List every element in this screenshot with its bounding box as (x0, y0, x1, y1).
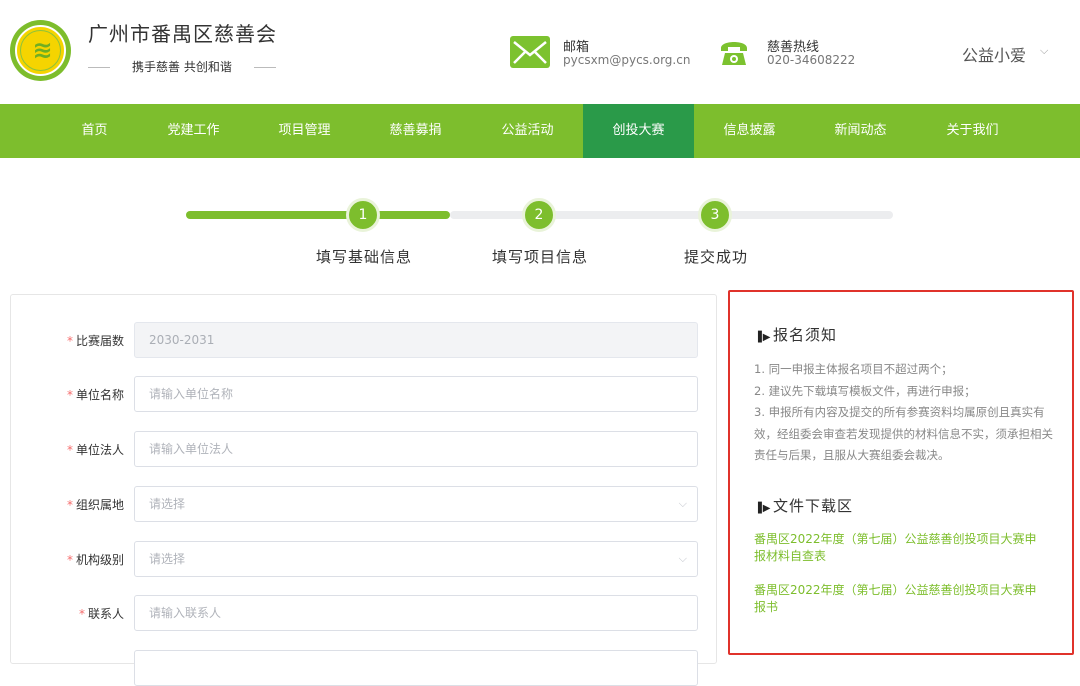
form-label-legal-rep: * 单位法人 (66, 443, 124, 457)
chevron-down-icon: ⌵ (678, 552, 687, 565)
chevron-down-icon[interactable]: ⌵ (1040, 44, 1048, 58)
org-name-input[interactable]: 请输入单位名称 (134, 376, 698, 412)
site-header: ≋ 广州市番禺区慈善会 携手慈善 共创和谐 邮箱 pycsxm@pycs.org… (0, 0, 1080, 104)
step-1-label: 填写基础信息 (316, 248, 413, 266)
main-nav: 首页 党建工作 项目管理 慈善募捐 公益活动 创投大赛 信息披露 新闻动态 关于… (0, 104, 1080, 158)
nav-item-home[interactable]: 首页 (39, 104, 150, 158)
nav-item-about[interactable]: 关于我们 (917, 104, 1028, 158)
hotline-value[interactable]: 020-34608222 (767, 53, 855, 67)
mail-icon (510, 36, 550, 68)
contact-person-input[interactable]: 请输入联系人 (134, 595, 698, 631)
contest-session-field: 2030-2031 (134, 322, 698, 358)
download-link-checklist[interactable]: 番禺区2022年度（第七届）公益慈善创投项目大赛申报材料自查表 (754, 531, 1046, 565)
slogan-text: 携手慈善 共创和谐 (132, 60, 232, 74)
nav-item-venture-contest[interactable]: 创投大赛 (583, 104, 694, 158)
user-menu[interactable]: 公益小爱 (962, 42, 1026, 66)
step-3-label: 提交成功 (684, 248, 749, 266)
slogan: 携手慈善 共创和谐 (88, 58, 278, 76)
org-level-select[interactable]: 请选择 ⌵ (134, 541, 698, 577)
jurisdiction-select-value: 请选择 (149, 497, 186, 511)
org-title: 广州市番禺区慈善会 (88, 22, 277, 46)
notice-item: 2. 建议先下载填写模板文件，再进行申报； (754, 383, 976, 398)
play-marker-icon: ▐▶ (754, 332, 772, 343)
charity-logo[interactable]: ≋ (10, 20, 71, 81)
nav-item-public-activities[interactable]: 公益活动 (472, 104, 583, 158)
logo-glyph: ≋ (32, 36, 53, 64)
notice-item: 1. 同一申报主体报名项目不超过两个； (754, 362, 953, 376)
step-progress-remaining (450, 211, 893, 219)
form-label-contact-person: * 联系人 (78, 607, 124, 621)
chevron-down-icon: ⌵ (678, 497, 687, 510)
slogan-divider-left (88, 67, 110, 68)
phone-icon (716, 34, 752, 70)
slogan-divider-right (254, 67, 276, 68)
notice-item: 3. 申报所有内容及提交的所有参赛资料均属原创且真实有效，经组委会审查若发现提供… (754, 405, 1053, 462)
form-label-org-level: * 机构级别 (66, 553, 124, 567)
form-label-jurisdiction: * 组织属地 (66, 498, 124, 512)
nav-item-fundraising[interactable]: 慈善募捐 (360, 104, 471, 158)
step-2-label: 填写项目信息 (492, 248, 589, 266)
form-label-contest-session: * 比赛届数 (66, 334, 124, 348)
nav-item-disclosure[interactable]: 信息披露 (694, 104, 805, 158)
download-heading: ▐▶ 文件下载区 (754, 497, 854, 515)
download-link-application-form[interactable]: 番禺区2022年度（第七届）公益慈善创投项目大赛申报书 (754, 582, 1046, 616)
registration-notice-panel: ▐▶ 报名须知 1. 同一申报主体报名项目不超过两个； 2. 建议先下载填写模板文… (728, 290, 1074, 655)
jurisdiction-select[interactable]: 请选择 ⌵ (134, 486, 698, 522)
nav-item-news[interactable]: 新闻动态 (805, 104, 916, 158)
form-label-org-name: * 单位名称 (66, 388, 124, 402)
step-2-marker: 2 (522, 198, 556, 232)
email-value[interactable]: pycsxm@pycs.org.cn (563, 53, 690, 67)
nav-item-project-management[interactable]: 项目管理 (249, 104, 360, 158)
step-progress-completed (186, 211, 450, 219)
logo-emblem: ≋ (15, 25, 66, 76)
notice-list: 1. 同一申报主体报名项目不超过两个； 2. 建议先下载填写模板文件，再进行申报… (754, 359, 1054, 467)
nav-item-party-building[interactable]: 党建工作 (138, 104, 249, 158)
step-1-marker: 1 (346, 198, 380, 232)
legal-rep-input[interactable]: 请输入单位法人 (134, 431, 698, 467)
notice-heading: ▐▶ 报名须知 (754, 326, 838, 344)
play-marker-icon: ▐▶ (754, 503, 772, 514)
next-field-input[interactable] (134, 650, 698, 686)
org-level-select-value: 请选择 (149, 552, 186, 566)
step-3-marker: 3 (698, 198, 732, 232)
